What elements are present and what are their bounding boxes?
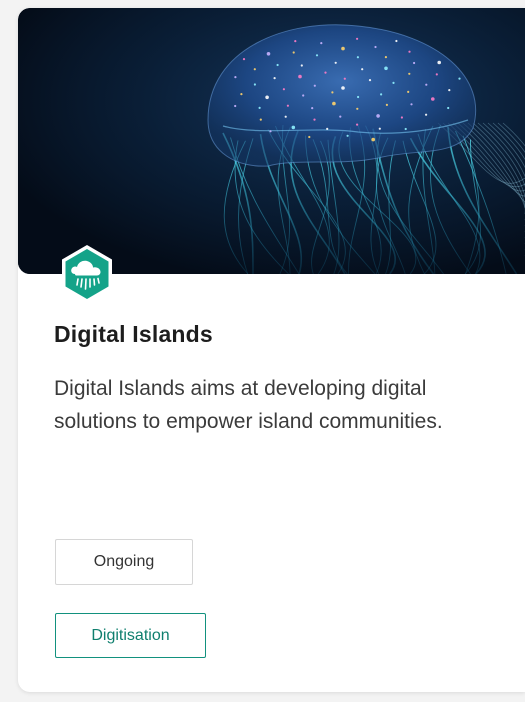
hero-image — [18, 8, 525, 274]
status-tag[interactable]: Ongoing — [55, 539, 193, 585]
card-description: Digital Islands aims at developing digit… — [54, 377, 443, 433]
topic-tag[interactable]: Digitisation — [55, 613, 206, 658]
jellyfish-image — [18, 8, 525, 274]
project-card[interactable]: Digital Islands Digital Islands aims at … — [18, 8, 525, 692]
cloud-rain-icon — [62, 245, 112, 303]
card-title[interactable]: Digital Islands — [54, 321, 213, 348]
